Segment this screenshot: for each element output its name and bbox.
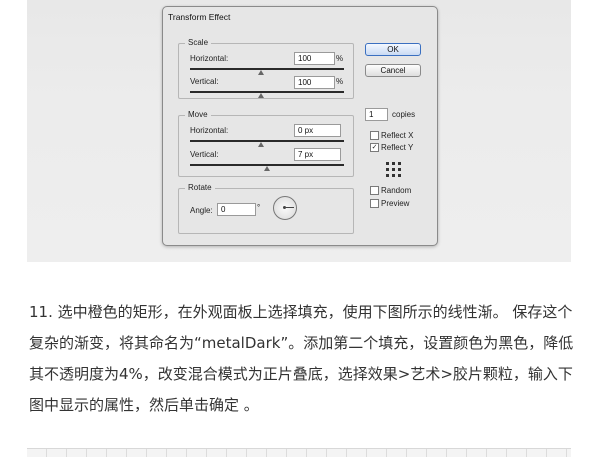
move-horizontal-slider-thumb[interactable] (258, 142, 264, 147)
move-horizontal-slider[interactable] (190, 140, 344, 142)
move-legend: Move (185, 110, 211, 119)
move-horizontal-label: Horizontal: (190, 126, 229, 135)
reflect-y-checkbox[interactable]: ✓ (370, 143, 379, 152)
reference-point-icon[interactable] (386, 162, 401, 177)
scale-group: Scale Horizontal: 100 % Vertical: 100 % (178, 38, 354, 99)
preview-checkbox[interactable] (370, 199, 379, 208)
rotate-legend: Rotate (185, 183, 215, 192)
scale-vertical-slider-thumb[interactable] (258, 93, 264, 98)
preview-label: Preview (381, 199, 410, 208)
reflect-x-checkbox[interactable] (370, 131, 379, 140)
random-label: Random (381, 186, 412, 195)
move-group: Move Horizontal: 0 px Vertical: 7 px (178, 110, 354, 177)
scale-horizontal-input[interactable]: 100 (294, 52, 335, 65)
cancel-button[interactable]: Cancel (365, 64, 421, 77)
scale-horizontal-slider-thumb[interactable] (258, 70, 264, 75)
tutorial-step-text: 11. 选中橙色的矩形，在外观面板上选择填充，使用下图所示的线性渐。 保存这个复… (29, 303, 574, 414)
scale-horizontal-unit: % (336, 54, 344, 63)
reflect-y-label: Reflect Y (381, 143, 414, 152)
angle-dial-indicator (286, 207, 294, 208)
scale-horizontal-slider[interactable] (190, 68, 344, 70)
angle-dial[interactable] (273, 196, 297, 220)
scale-vertical-unit: % (336, 77, 344, 86)
move-vertical-input[interactable]: 7 px (294, 148, 341, 161)
angle-label: Angle: (190, 206, 213, 215)
move-vertical-slider-thumb[interactable] (264, 166, 270, 171)
scale-vertical-input[interactable]: 100 (294, 76, 335, 89)
move-horizontal-input[interactable]: 0 px (294, 124, 341, 137)
rotate-group: Rotate Angle: 0 ° (178, 183, 354, 234)
scale-vertical-label: Vertical: (190, 77, 219, 86)
angle-input[interactable]: 0 (217, 203, 256, 216)
scale-vertical-slider[interactable] (190, 91, 344, 93)
scale-horizontal-label: Horizontal: (190, 54, 229, 63)
reflect-x-label: Reflect X (381, 131, 414, 140)
copies-label: copies (392, 110, 416, 119)
ok-button[interactable]: OK (365, 43, 421, 56)
dialog-title: Transform Effect (168, 12, 231, 22)
transform-effect-dialog: Transform Effect Scale Horizontal: 100 %… (162, 6, 438, 246)
move-vertical-label: Vertical: (190, 150, 219, 159)
scale-legend: Scale (185, 38, 212, 47)
random-checkbox[interactable] (370, 186, 379, 195)
angle-unit: ° (257, 203, 261, 212)
copies-input[interactable]: 1 (365, 108, 388, 121)
